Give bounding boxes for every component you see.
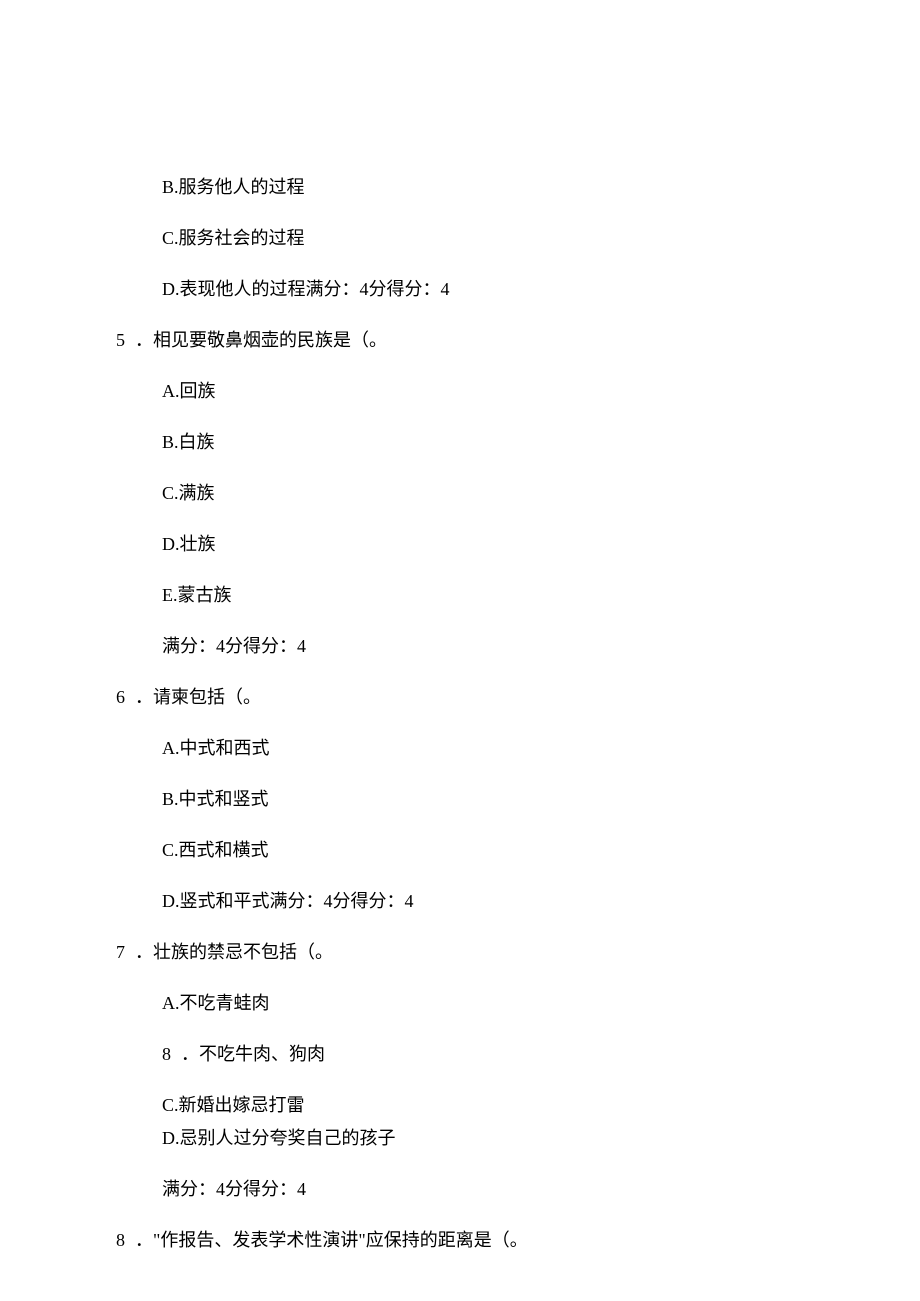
q6-option-c: C.西式和横式 [116,837,920,864]
q5-option-a: A.回族 [116,378,920,405]
q4-option-b: B.服务他人的过程 [116,174,920,201]
q5-option-e: E.蒙古族 [116,582,920,609]
q6-stem: 6 ．请柬包括（。 [116,684,920,711]
q6-text: ．请柬包括（。 [135,684,261,711]
q7-number: 7 [116,939,125,966]
q7-stem: 7 ．壮族的禁忌不包括（。 [116,939,920,966]
q5-text: ．相见要敬鼻烟壶的民族是（。 [135,327,387,354]
q6-option-a: A.中式和西式 [116,735,920,762]
q8-number: 8 [116,1227,125,1254]
q7-text: ．壮族的禁忌不包括（。 [135,939,333,966]
q7-option-b-text: ．不吃牛肉、狗肉 [181,1041,325,1068]
q4-option-c: C.服务社会的过程 [116,225,920,252]
q5-number: 5 [116,327,125,354]
q7-option-b: 8 ．不吃牛肉、狗肉 [116,1041,920,1068]
q7-option-c: C.新婚出嫁忌打雷 [116,1092,920,1119]
q8-stem: 8 ．"作报告、发表学术性演讲"应保持的距离是（。 [116,1227,920,1254]
q8-text: ．"作报告、发表学术性演讲"应保持的距离是（。 [135,1227,528,1254]
q6-number: 6 [116,684,125,711]
q6-option-d: D.竖式和平式满分：4分得分：4 [116,888,920,915]
q5-option-c: C.满族 [116,480,920,507]
q7-option-b-num: 8 [162,1041,171,1068]
q7-option-a: A.不吃青蛙肉 [116,990,920,1017]
q7-score: 满分：4分得分：4 [116,1176,920,1203]
q7-option-d: D.忌别人过分夸奖自己的孩子 [116,1125,920,1152]
q5-stem: 5 ．相见要敬鼻烟壶的民族是（。 [116,327,920,354]
q5-option-d: D.壮族 [116,531,920,558]
q5-option-b: B.白族 [116,429,920,456]
q5-score: 满分：4分得分：4 [116,633,920,660]
q6-option-b: B.中式和竖式 [116,786,920,813]
q4-option-d: D.表现他人的过程满分：4分得分：4 [116,276,920,303]
